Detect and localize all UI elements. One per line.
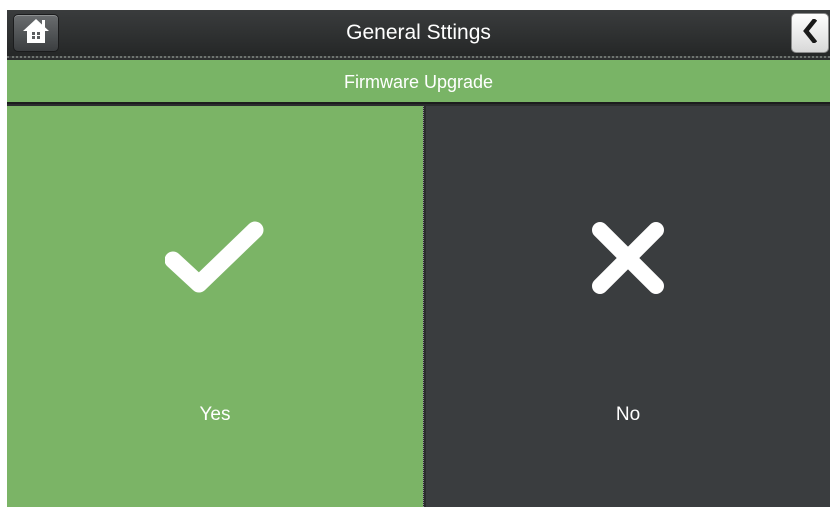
- no-button[interactable]: No: [426, 106, 830, 507]
- no-label: No: [615, 404, 641, 425]
- checkmark-icon: [164, 220, 265, 301]
- section-title: Firmware Upgrade: [7, 60, 830, 104]
- close-icon: [590, 220, 666, 301]
- yes-label: Yes: [199, 404, 231, 425]
- settings-screen: General Sttings Firmware Upgrade Yes No: [7, 10, 830, 507]
- chevron-left-icon: [803, 17, 818, 48]
- back-button[interactable]: [791, 13, 829, 53]
- home-button[interactable]: [13, 14, 59, 52]
- page-title: General Sttings: [346, 21, 491, 44]
- yes-button[interactable]: Yes: [7, 106, 423, 507]
- top-bar: General Sttings: [7, 10, 830, 58]
- home-icon: [21, 17, 51, 50]
